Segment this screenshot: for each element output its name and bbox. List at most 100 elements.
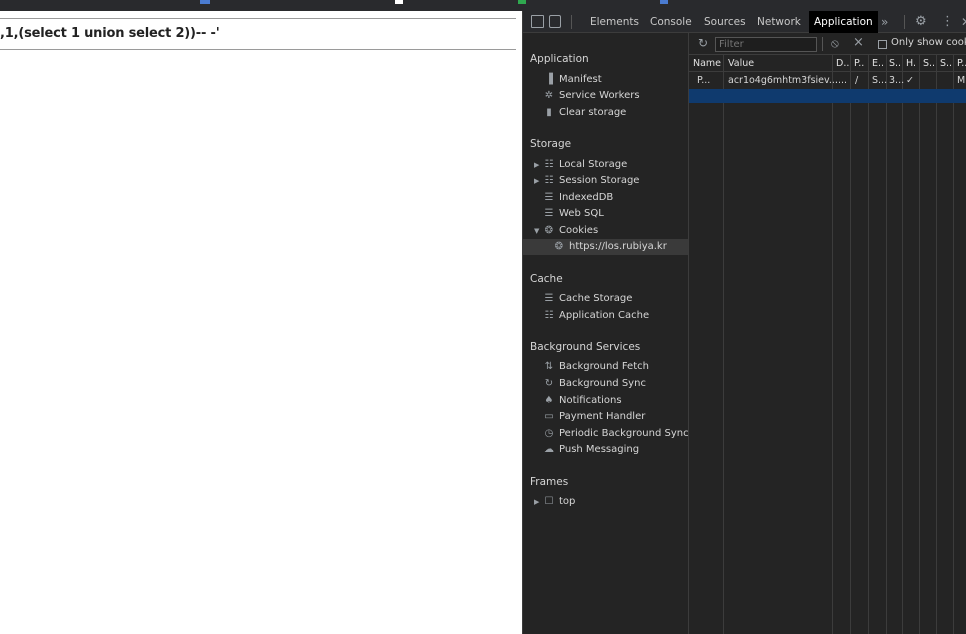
tab-favicon [660,0,668,4]
up-down-arrows-icon: ⇅ [544,361,554,372]
grid-icon: ☷ [544,310,554,321]
gear-icon[interactable]: ⚙ [915,11,927,33]
table-row-cell-domain[interactable]: .... [835,75,847,86]
column-header-size[interactable]: S.. [889,58,901,69]
document-icon: ▐ [545,74,553,85]
column-divider [919,55,920,634]
section-storage: Storage [530,138,572,150]
refresh-icon[interactable]: ↻ [698,36,708,50]
sidebar-item-cache-storage[interactable]: ☰ Cache Storage [523,291,688,307]
column-header-path[interactable]: P.. [854,58,864,69]
more-tabs-icon[interactable]: » [881,11,888,33]
delete-selected-icon[interactable]: × [853,35,864,50]
toolbar-separator [571,15,572,29]
web-page: ,1,(select 1 union select 2))-- -' [0,11,522,634]
table-row-selected-empty[interactable] [689,89,966,103]
table-row-cell-name[interactable]: P... [697,75,710,86]
grid-icon: ☷ [544,159,554,170]
collapse-triangle-icon[interactable]: ▼ [534,223,539,239]
tab-sources[interactable]: Sources [699,11,751,33]
divider [0,18,516,19]
database-icon: ☰ [544,208,554,219]
tab-elements[interactable]: Elements [585,11,644,33]
sidebar-item-session-storage[interactable]: ▶ ☷ Session Storage [523,173,688,189]
column-divider [936,55,937,634]
table-row-cell-size[interactable]: 3... [889,75,904,86]
screen: ,1,(select 1 union select 2))-- -' Eleme… [0,0,966,634]
application-sidebar: Application ▐ Manifest ✲ Service Workers… [523,33,689,634]
close-icon[interactable]: ✕ [961,11,966,33]
sidebar-item-cookie-origin[interactable]: ❂ https://los.rubiya.kr [523,239,688,255]
column-header-domain[interactable]: D.. [836,58,849,69]
credit-card-icon: ▭ [544,411,554,422]
sidebar-item-frame-top[interactable]: ▶ ☐ top [523,494,688,510]
column-header-priority[interactable]: P.. [957,58,966,69]
sidebar-item-payment-handler[interactable]: ▭ Payment Handler [523,409,688,425]
sidebar-item-manifest[interactable]: ▐ Manifest [523,72,688,88]
section-cache: Cache [530,273,563,285]
tab-favicon [518,0,526,4]
column-header-secure[interactable]: S.. [923,58,935,69]
column-header-value[interactable]: Value [728,58,754,69]
sidebar-item-service-workers[interactable]: ✲ Service Workers [523,88,688,104]
clear-all-icon[interactable]: ⦸ [831,36,839,51]
sidebar-item-notifications[interactable]: ♠ Notifications [523,393,688,409]
table-row-cell-value[interactable]: acr1o4g6mhtm3fsiev... [728,75,838,86]
table-row-cell-expires[interactable]: S... [872,75,887,86]
sidebar-item-clear-storage[interactable]: ▮ Clear storage [523,105,688,121]
database-icon: ☰ [544,192,554,203]
frame-icon: ☐ [544,496,554,507]
filter-input[interactable] [715,37,817,52]
database-icon: ☰ [544,293,554,304]
table-row-cell-priority[interactable]: M [957,75,965,86]
cloud-icon: ☁ [544,444,554,455]
header-divider [689,71,966,72]
column-divider [850,55,851,634]
divider [0,49,516,50]
clock-icon: ◷ [544,428,554,439]
tab-favicon [395,0,403,4]
sidebar-item-local-storage[interactable]: ▶ ☷ Local Storage [523,157,688,173]
table-row-cell-httponly[interactable]: ✓ [906,75,914,86]
toolbar-separator [904,15,905,29]
expand-triangle-icon[interactable]: ▶ [534,494,539,510]
sidebar-item-cookies[interactable]: ▼ ❂ Cookies [523,223,688,239]
sync-icon: ↻ [544,378,554,389]
sidebar-item-application-cache[interactable]: ☷ Application Cache [523,308,688,324]
column-header-name[interactable]: Name [693,58,721,69]
cookies-panel: ↻ ⦸ × Only show cookie Name Value [689,33,966,634]
column-header-expires[interactable]: E.. [872,58,884,69]
expand-triangle-icon[interactable]: ▶ [534,173,539,189]
kebab-menu-icon[interactable]: ⋮ [941,11,954,33]
only-show-checkbox[interactable] [878,40,887,49]
section-background-services: Background Services [530,341,641,353]
column-divider [723,55,724,634]
sidebar-item-background-sync[interactable]: ↻ Background Sync [523,376,688,392]
expand-triangle-icon[interactable]: ▶ [534,157,539,173]
column-divider [886,55,887,634]
query-text: ,1,(select 1 union select 2))-- -' [0,26,220,41]
cookie-filter-toolbar: ↻ ⦸ × Only show cookie [689,33,966,55]
tab-console[interactable]: Console [645,11,697,33]
table-row-cell-path[interactable]: / [855,75,858,86]
inspect-element-icon[interactable] [531,15,544,28]
devtools-toolbar: Elements Console Sources Network Applica… [523,11,966,33]
device-toolbar-icon[interactable] [549,15,561,28]
column-header-httponly[interactable]: H. [906,58,916,69]
sidebar-item-periodic-background-sync[interactable]: ◷ Periodic Background Sync [523,426,689,442]
tab-application[interactable]: Application [809,11,878,33]
trash-icon: ▮ [546,107,552,118]
column-divider [902,55,903,634]
toolbar-separator [822,37,823,51]
sidebar-item-web-sql[interactable]: ☰ Web SQL [523,206,688,222]
column-divider [953,55,954,634]
tab-favicon [200,0,210,4]
column-header-samesite[interactable]: S.. [940,58,952,69]
devtools-panel: Elements Console Sources Network Applica… [522,11,966,634]
sidebar-item-background-fetch[interactable]: ⇅ Background Fetch [523,359,688,375]
cookie-icon: ❂ [554,241,564,252]
sidebar-item-indexeddb[interactable]: ☰ IndexedDB [523,190,688,206]
tab-network[interactable]: Network [752,11,806,33]
sidebar-item-push-messaging[interactable]: ☁ Push Messaging [523,442,688,458]
column-divider [868,55,869,634]
